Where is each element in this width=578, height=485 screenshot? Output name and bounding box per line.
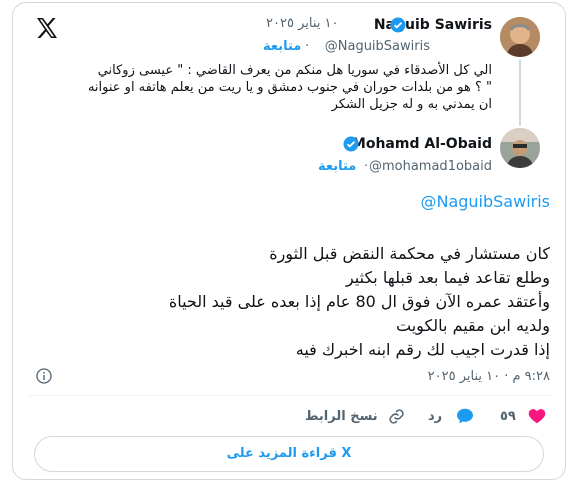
reply-author-name[interactable]: Mohamd Al-Obaid	[352, 136, 492, 152]
copy-link-label[interactable]: نسخ الرابط	[305, 409, 378, 424]
thread-connector	[519, 60, 521, 126]
reply-icon[interactable]	[456, 408, 474, 424]
reply-tweet-text: كان مستشار في محكمة النقض قبل الثورة وطل…	[30, 242, 550, 362]
follow-button-reply[interactable]: متابعة	[318, 159, 356, 174]
quoted-tweet-text: الي كل الأصدقاء في سوريا هل منكم من يعرف…	[22, 62, 492, 113]
like-count[interactable]: ٥٩	[500, 409, 516, 424]
x-logo-icon[interactable]	[36, 18, 58, 38]
reply-line: كان مستشار في محكمة النقض قبل الثورة	[269, 244, 550, 263]
dot-separator: ·	[364, 159, 369, 174]
avatar-naguib[interactable]	[500, 17, 540, 57]
quoted-line: الي كل الأصدقاء في سوريا هل منكم من يعرف…	[97, 63, 492, 78]
reply-handle[interactable]: @mohamad1obaid	[369, 159, 492, 174]
quoted-line: " ؟ هو من بلدات حوران في جنوب دمشق و يا …	[87, 80, 492, 95]
quoted-date[interactable]: ١٠ يناير ٢٠٢٥	[266, 16, 338, 31]
follow-button-quoted[interactable]: متابعة	[263, 39, 301, 54]
info-icon[interactable]	[36, 368, 52, 384]
mention-link[interactable]: @NaguibSawiris	[420, 192, 550, 211]
avatar-image	[500, 128, 540, 168]
avatar-image	[500, 17, 540, 57]
verified-badge-icon	[343, 136, 359, 152]
reply-label[interactable]: رد	[428, 409, 442, 424]
reply-line: وطلع تقاعد فيما بعد قبلها بكثير	[345, 268, 550, 287]
reply-line: وأعتقد عمره الآن فوق ال 80 عام إذا بعده …	[168, 292, 550, 311]
reply-line: ولديه ابن مقيم بالكويت	[396, 316, 550, 335]
quoted-line: ان يمدني به و له جزيل الشكر	[331, 97, 492, 112]
link-icon[interactable]	[388, 408, 405, 425]
read-more-button[interactable]: قراءة المزيد على X	[34, 436, 544, 472]
heart-icon[interactable]	[528, 408, 546, 424]
verified-badge-icon	[390, 17, 406, 33]
divider	[28, 395, 550, 396]
quoted-handle[interactable]: @NaguibSawiris	[325, 39, 430, 54]
reply-line: إذا قدرت اجيب لك رقم ابنه اخبرك فيه	[295, 340, 550, 359]
dot-separator: ·	[305, 39, 310, 54]
avatar-mohamad[interactable]	[500, 128, 540, 168]
read-more-label: قراءة المزيد على X	[226, 446, 352, 461]
reply-timestamp[interactable]: ٩:٢٨ م · ١٠ يناير ٢٠٢٥	[428, 369, 550, 384]
